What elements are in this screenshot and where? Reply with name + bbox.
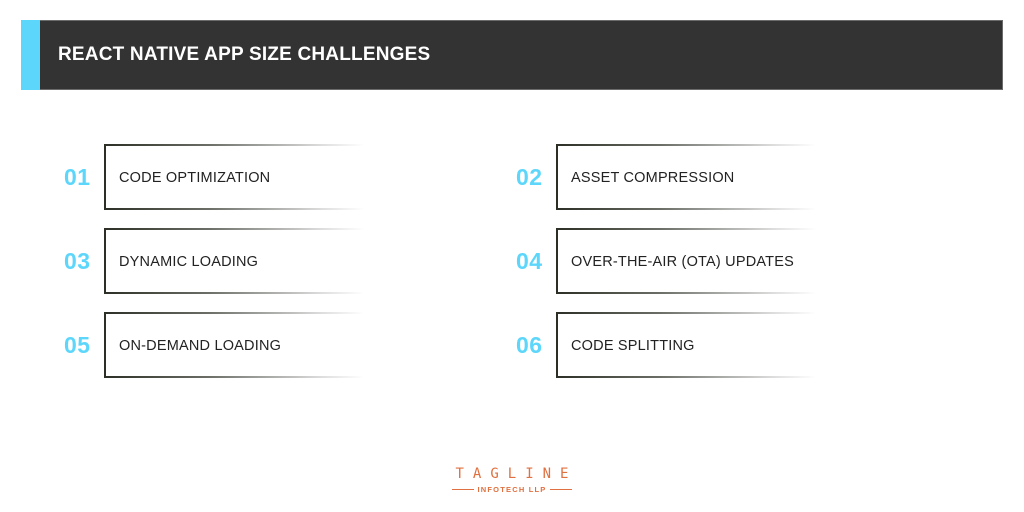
item-label: DYNAMIC LOADING xyxy=(119,254,259,270)
item-box: ON-DEMAND LOADING xyxy=(104,312,364,378)
company-logo: TAGLINE INFOTECH LLP xyxy=(432,466,592,494)
item-label: ON-DEMAND LOADING xyxy=(119,338,282,354)
list-item: 03 DYNAMIC LOADING xyxy=(64,228,364,296)
logo-subtitle: INFOTECH LLP xyxy=(477,485,547,494)
item-label: ASSET COMPRESSION xyxy=(571,170,735,186)
item-label: CODE OPTIMIZATION xyxy=(119,170,271,186)
page-title: REACT NATIVE APP SIZE CHALLENGES xyxy=(58,44,431,65)
list-item: 04 OVER-THE-AIR (OTA) UPDATES xyxy=(516,228,816,296)
item-label: CODE SPLITTING xyxy=(571,338,695,354)
item-number: 02 xyxy=(516,164,543,190)
item-label: OVER-THE-AIR (OTA) UPDATES xyxy=(571,254,794,270)
logo-brand: TAGLINE xyxy=(455,466,578,482)
item-number: 04 xyxy=(516,248,543,274)
accent-bar xyxy=(21,20,40,90)
item-number: 01 xyxy=(64,164,91,190)
item-box: DYNAMIC LOADING xyxy=(104,228,364,294)
list-item: 01 CODE OPTIMIZATION xyxy=(64,144,364,212)
list-item: 02 ASSET COMPRESSION xyxy=(516,144,816,212)
list-item: 05 ON-DEMAND LOADING xyxy=(64,312,364,380)
logo-subtitle-row: INFOTECH LLP xyxy=(432,485,592,494)
title-banner: REACT NATIVE APP SIZE CHALLENGES xyxy=(21,20,1003,90)
list-item: 06 CODE SPLITTING xyxy=(516,312,816,380)
item-box: OVER-THE-AIR (OTA) UPDATES xyxy=(556,228,816,294)
item-number: 06 xyxy=(516,332,543,358)
item-box: ASSET COMPRESSION xyxy=(556,144,816,210)
item-box: CODE OPTIMIZATION xyxy=(104,144,364,210)
logo-rule-right xyxy=(550,489,573,490)
item-number: 05 xyxy=(64,332,91,358)
logo-rule-left xyxy=(451,489,474,490)
item-box: CODE SPLITTING xyxy=(556,312,816,378)
item-number: 03 xyxy=(64,248,91,274)
